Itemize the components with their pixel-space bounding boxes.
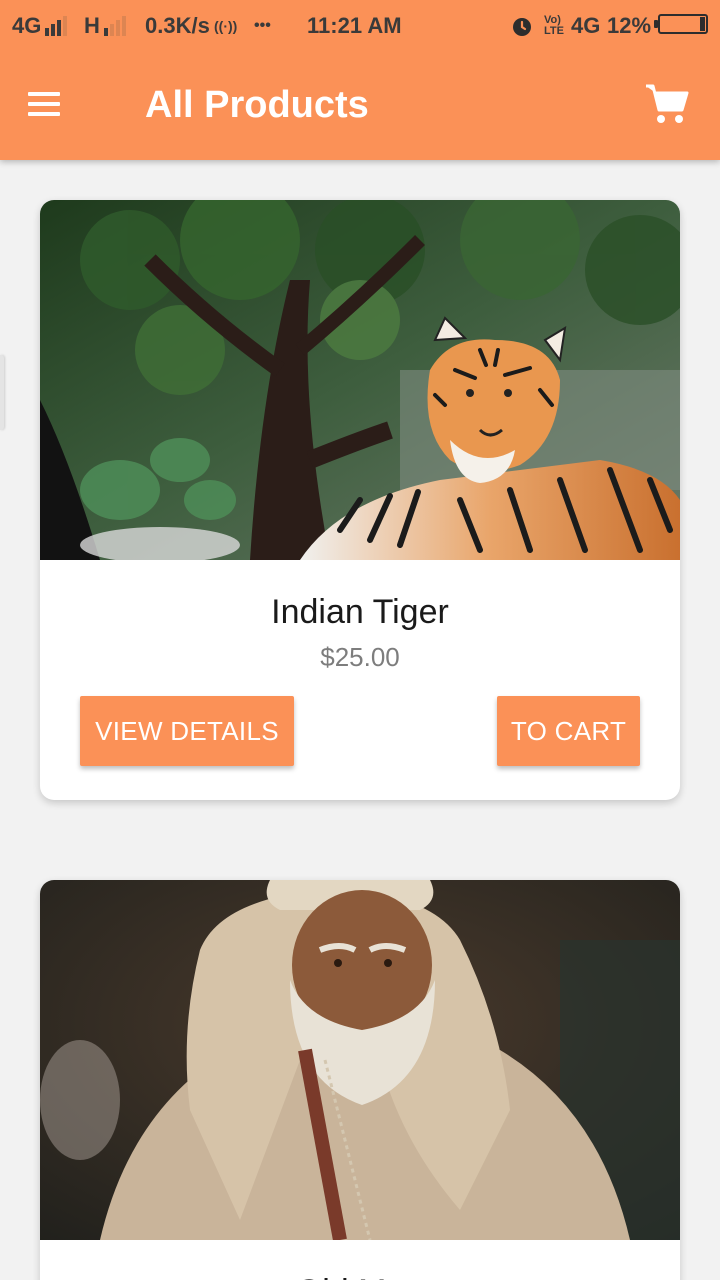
tiger-photo[interactable] (40, 200, 680, 560)
network-indicator-h: H (84, 12, 126, 40)
signal-icon-secondary (103, 16, 126, 36)
product-card: Old Man (40, 880, 680, 1280)
drawer-edge-handle[interactable] (0, 355, 4, 430)
network-indicator-4g: 4G (12, 12, 68, 40)
view-details-button[interactable]: VIEW DETAILS (80, 696, 294, 766)
clock: 11:21 AM (307, 13, 402, 38)
app-header: 4G H 0.3K/s ((·)) ••• 11:21 AM Vo) LTE 4… (0, 0, 720, 160)
cart-icon[interactable] (644, 82, 690, 126)
volte-indicator: Vo) LTE (544, 14, 564, 37)
menu-icon[interactable] (28, 92, 62, 118)
network-label-4g: 4G (12, 13, 42, 38)
product-card: Indian Tiger $25.00 VIEW DETAILS TO CART (40, 200, 680, 800)
to-cart-button[interactable]: TO CART (497, 696, 640, 766)
toolbar: All Products (0, 50, 720, 160)
battery-icon (654, 14, 708, 34)
old-man-photo[interactable] (40, 880, 680, 1240)
product-price: $25.00 (320, 642, 400, 672)
product-name: Indian Tiger (271, 593, 449, 631)
network-speed: 0.3K/s (145, 13, 210, 38)
battery-level (700, 17, 705, 31)
signal-icon (45, 16, 68, 36)
network-label-h: H (84, 13, 100, 38)
network-label-4g-secondary: 4G (571, 13, 601, 38)
battery-percent: 12% (607, 13, 652, 38)
alarm-icon (510, 12, 534, 40)
page-title: All Products (145, 84, 369, 126)
hotspot-icon: ((·)) (214, 18, 238, 34)
more-notifications-icon: ••• (254, 17, 271, 34)
status-bar: 4G H 0.3K/s ((·)) ••• 11:21 AM Vo) LTE 4… (0, 0, 720, 50)
product-name: Old Man (40, 1270, 680, 1280)
